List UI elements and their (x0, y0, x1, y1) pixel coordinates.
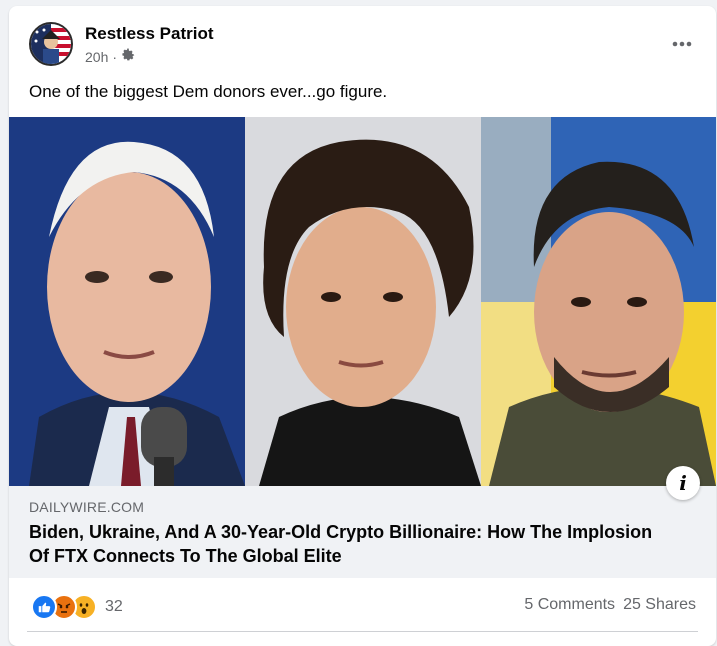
post-time[interactable]: 20h (85, 49, 108, 65)
post-header: Restless Patriot 20h · (9, 6, 716, 78)
comments-count[interactable]: 5 Comments (524, 596, 615, 614)
link-headline[interactable]: Biden, Ukraine, And A 30-Year-Old Crypto… (29, 520, 669, 568)
reaction-count: 32 (105, 598, 123, 615)
footer-divider (27, 631, 698, 632)
reaction-summary[interactable]: 32 (31, 594, 123, 620)
link-preview-image[interactable] (9, 117, 716, 486)
post-caption: One of the biggest Dem donors ever...go … (29, 82, 388, 101)
engagement-stats: 5 Comments 25 Shares (524, 596, 696, 614)
post-card: Restless Patriot 20h · One of the bigges… (9, 6, 716, 646)
link-preview[interactable]: DAILYWIRE.COM Biden, Ukraine, And A 30-Y… (9, 486, 716, 578)
photo-collage (9, 117, 716, 486)
info-icon: i (679, 471, 687, 495)
info-button[interactable]: i (666, 466, 700, 500)
link-domain: DAILYWIRE.COM (29, 499, 145, 515)
avatar-image (31, 24, 71, 64)
page-name[interactable]: Restless Patriot (85, 24, 214, 44)
post-footer: 32 5 Comments 25 Shares (9, 578, 716, 638)
shares-count[interactable]: 25 Shares (623, 596, 696, 614)
post-meta: 20h · (85, 48, 135, 65)
meta-separator: · (112, 48, 118, 65)
gear-icon (121, 48, 135, 65)
more-options-button[interactable] (666, 28, 698, 60)
page-avatar[interactable] (29, 22, 73, 66)
more-dots-icon (672, 41, 692, 47)
like-icon (31, 594, 57, 620)
